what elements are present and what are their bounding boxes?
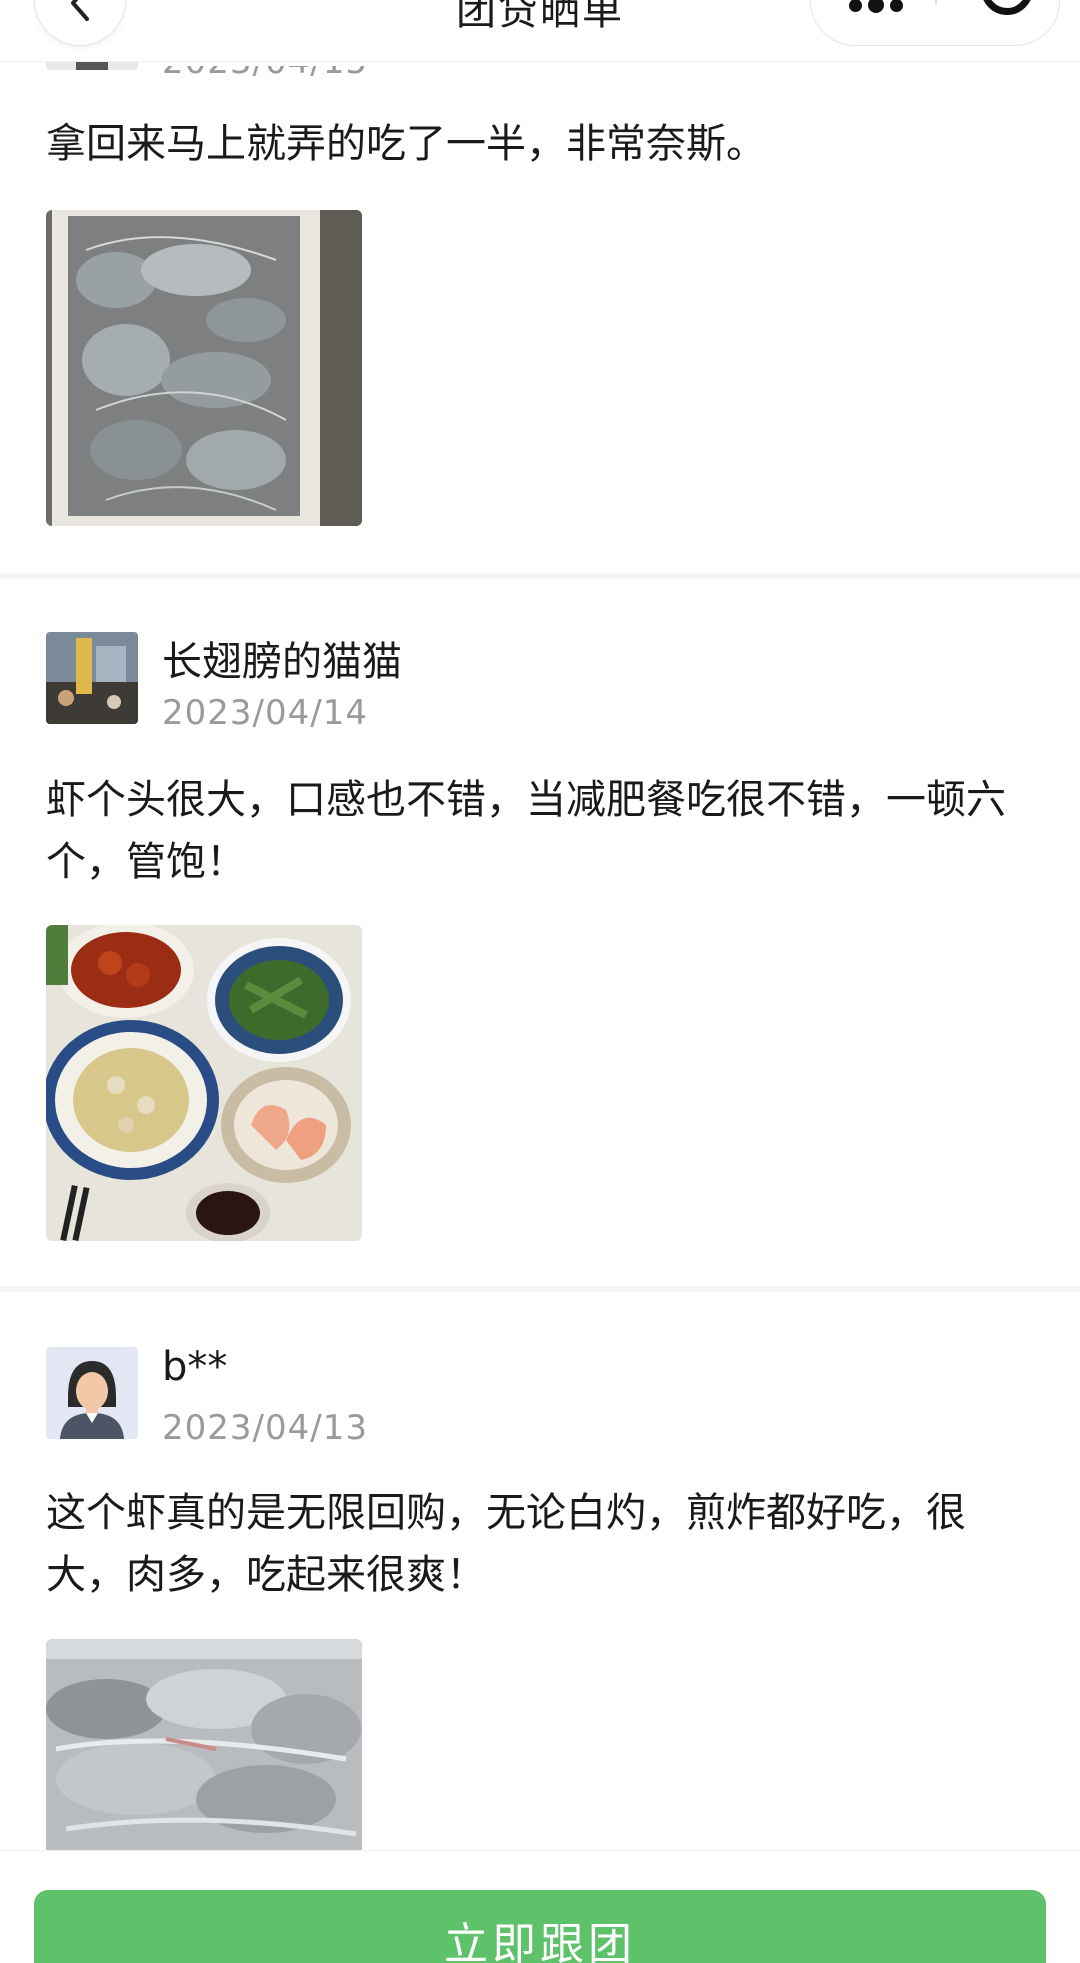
review-date: 2023/04/13 — [162, 1408, 368, 1448]
capsule-divider — [935, 0, 937, 5]
review-card: 长翅膀的猫猫 2023/04/14 虾个头很大，口感也不错，当减肥餐吃很不错，一… — [0, 579, 1080, 1289]
navigation-bar: 团贷晒单 — [0, 0, 1080, 62]
more-dots-icon — [849, 0, 862, 12]
review-text: 拿回来马上就弄的吃了一半，非常奈斯。 — [46, 121, 766, 167]
avatar — [46, 1347, 138, 1439]
dinner-table-photo — [46, 925, 362, 1241]
review-username: 长翅膀的猫猫 — [162, 639, 402, 685]
avatar — [46, 632, 138, 724]
review-photo[interactable] — [46, 925, 362, 1241]
page: 团贷晒单 2023/04/15 拿回来马上就弄的吃了一半，非常奈斯。 长翅膀的猫… — [0, 0, 1080, 1963]
review-photo[interactable] — [46, 210, 362, 526]
review-card: 2023/04/15 拿回来马上就弄的吃了一半，非常奈斯。 — [0, 0, 1080, 575]
bottom-action-bar: 立即跟团 — [0, 1850, 1080, 1963]
frozen-shrimp-photo — [46, 1639, 362, 1855]
review-photo[interactable] — [46, 1639, 362, 1855]
more-options-button[interactable] — [849, 0, 903, 13]
join-group-button[interactable]: 立即跟团 — [34, 1890, 1046, 1963]
mini-program-capsule — [810, 0, 1060, 46]
review-date: 2023/04/14 — [162, 693, 368, 733]
close-mini-program-button[interactable] — [981, 0, 1033, 15]
review-card: b** 2023/04/13 这个虾真的是无限回购，无论白灼，煎炸都好吃，很大，… — [0, 1292, 1080, 1855]
review-text: 这个虾真的是无限回购，无论白灼，煎炸都好吃，很大，肉多，吃起来很爽！ — [46, 1490, 966, 1598]
review-username: b** — [162, 1344, 228, 1390]
shrimp-box-photo — [46, 210, 362, 526]
review-text: 虾个头很大，口感也不错，当减肥餐吃很不错，一顿六个，管饱！ — [46, 777, 1006, 885]
